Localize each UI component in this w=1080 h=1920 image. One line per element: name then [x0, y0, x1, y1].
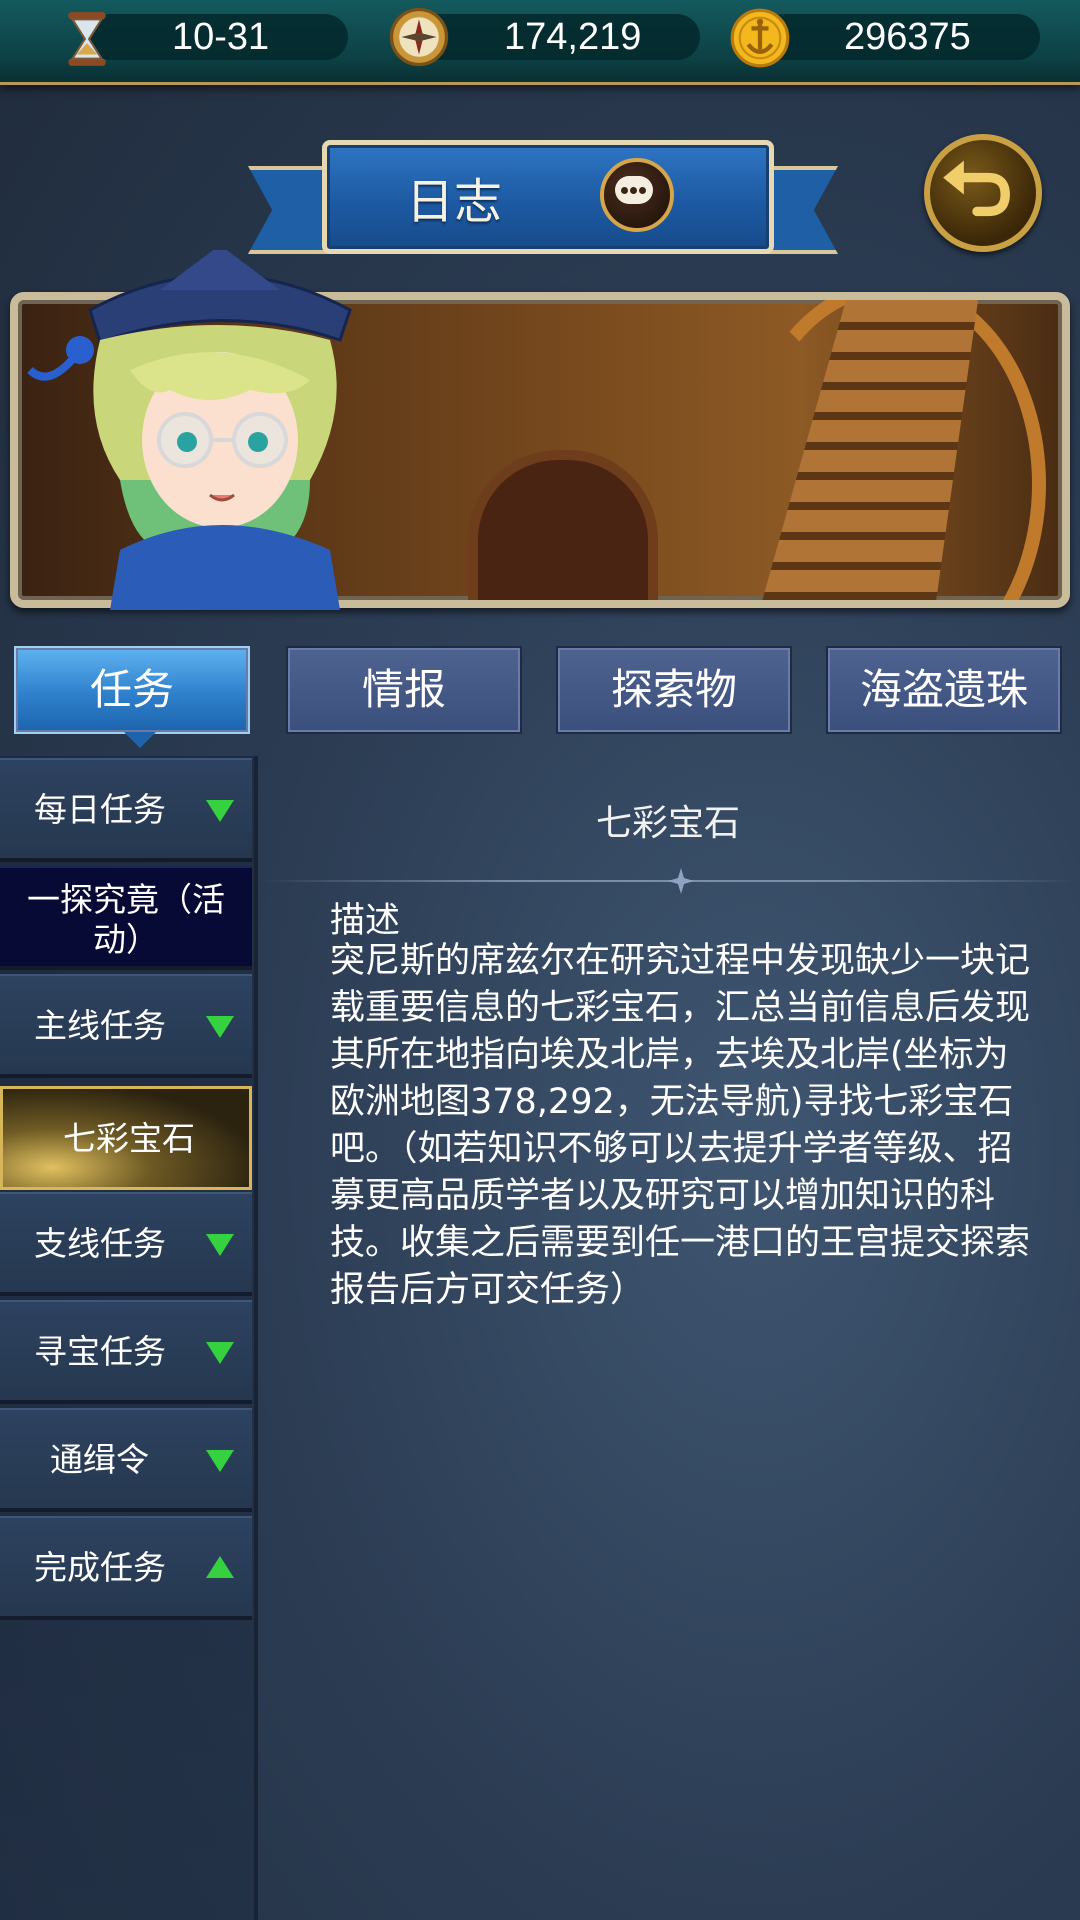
scholar-character-portrait — [27, 250, 352, 610]
category-label: 完成任务 — [34, 1548, 166, 1587]
collapse-arrow-icon — [206, 1556, 234, 1578]
tab-intel[interactable]: 情报 — [286, 646, 522, 734]
category-label: 寻宝任务 — [34, 1332, 166, 1371]
category-completed[interactable]: 完成任务 — [0, 1516, 252, 1620]
expand-arrow-icon — [206, 800, 234, 822]
category-main-quests[interactable]: 主线任务 — [0, 974, 252, 1078]
category-label: 主线任务 — [34, 1006, 166, 1045]
back-arrow-icon — [943, 160, 1010, 217]
category-label: 支线任务 — [34, 1224, 166, 1263]
banner-plate — [322, 140, 774, 254]
back-button[interactable] — [924, 134, 1042, 252]
selected-quest-item[interactable]: 七彩宝石 — [0, 1086, 252, 1190]
compass-icon — [389, 7, 449, 67]
quest-item-label: 七彩宝石 — [63, 1119, 195, 1158]
divider-ornament-icon — [668, 868, 694, 894]
expand-arrow-icon — [206, 1016, 234, 1038]
description-heading: 描述 — [330, 901, 401, 941]
category-wanted[interactable]: 通缉令 — [0, 1408, 252, 1512]
tab-discoveries[interactable]: 探索物 — [556, 646, 792, 734]
category-label: 一探究竟（活动） — [27, 880, 225, 959]
gold-resource: 296375 — [760, 14, 1040, 60]
compass-resource: 174,219 — [410, 14, 700, 60]
title-banner: 日志 — [248, 132, 838, 264]
expand-arrow-icon — [206, 1342, 234, 1364]
tab-tasks[interactable]: 任务 — [14, 646, 250, 748]
time-resource: 10-31 — [88, 14, 348, 60]
scene-door — [468, 450, 658, 600]
category-daily-tasks[interactable]: 每日任务 — [0, 758, 252, 862]
chat-bubble-icon[interactable] — [600, 158, 674, 232]
category-label: 通缉令 — [50, 1440, 149, 1479]
tab-pirate-treasures[interactable]: 海盗遗珠 — [826, 646, 1062, 734]
quest-category-list: 每日任务 一探究竟（活动） 主线任务 七彩宝石 支线任务 寻宝任务 通缉令 完成… — [0, 756, 258, 1920]
category-event[interactable]: 一探究竟（活动） — [0, 866, 252, 970]
top-status-bar: 10-31 174,219 296375 — [0, 0, 1080, 85]
category-label: 每日任务 — [34, 790, 166, 829]
quest-title: 七彩宝石 — [595, 803, 740, 844]
category-treasure-hunts[interactable]: 寻宝任务 — [0, 1300, 252, 1404]
gold-anchor-coin-icon — [730, 8, 790, 68]
date-value: 10-31 — [172, 16, 270, 58]
category-side-quests[interactable]: 支线任务 — [0, 1192, 252, 1296]
quest-description: 突尼斯的席兹尔在研究过程中发现缺少一块记载重要信息的七彩宝石，汇总当前信息后发现… — [330, 941, 1031, 1310]
hourglass-icon — [68, 12, 106, 66]
gold-value: 296375 — [844, 16, 971, 58]
expand-arrow-icon — [206, 1234, 234, 1256]
page-title: 日志 — [406, 174, 503, 230]
compass-value: 174,219 — [504, 16, 642, 58]
expand-arrow-icon — [206, 1450, 234, 1472]
